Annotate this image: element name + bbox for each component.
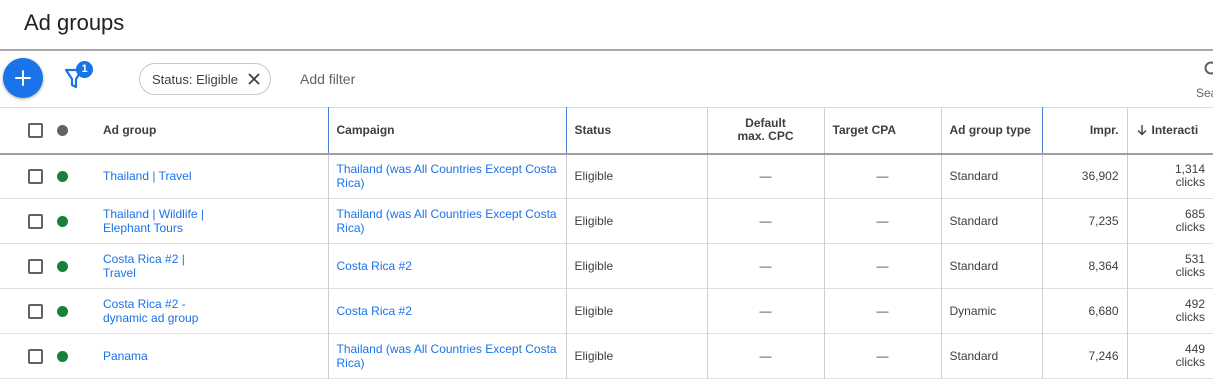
row-checkbox[interactable] xyxy=(28,258,43,274)
ad-group-link[interactable]: Costa Rica #2 | Travel xyxy=(103,252,213,280)
status-dot-icon xyxy=(57,260,68,272)
interactions-value: 531 xyxy=(1184,252,1205,266)
status-cell: Eligible xyxy=(565,288,707,334)
header-target-cpa[interactable]: Target CPA xyxy=(823,107,941,154)
row-checkbox[interactable] xyxy=(28,348,43,364)
status-filter-chip[interactable]: Status: Eligible xyxy=(139,63,271,95)
target-cpa-cell: — xyxy=(823,333,941,379)
target-cpa-cell: — xyxy=(823,288,941,334)
header-default-max-cpc[interactable]: Default max. CPC xyxy=(706,107,824,154)
campaign-link[interactable]: Costa Rica #2 xyxy=(337,259,558,273)
ad-group-link[interactable]: Thailand | Wildlife | Elephant Tours xyxy=(103,207,213,235)
header-impr[interactable]: Impr. xyxy=(1041,107,1127,154)
target-cpa-cell: — xyxy=(823,198,941,244)
table-header-row: Ad group Campaign Status Default max. CP… xyxy=(0,107,1213,154)
ad-group-type-cell: Standard xyxy=(940,333,1042,379)
default-cpc-cell: — xyxy=(706,198,824,244)
default-cpc-cell: — xyxy=(706,288,824,334)
interactions-unit: clicks xyxy=(1175,175,1205,190)
header-campaign[interactable]: Campaign xyxy=(327,107,566,154)
status-cell: Eligible xyxy=(565,333,707,379)
default-cpc-cell: — xyxy=(706,243,824,289)
impr-cell: 7,246 xyxy=(1041,333,1127,379)
ad-group-type-cell: Standard xyxy=(940,198,1042,244)
interactions-value: 1,314 xyxy=(1174,162,1205,177)
target-cpa-cell: — xyxy=(823,153,941,199)
status-cell: Eligible xyxy=(565,243,707,289)
header-interactions[interactable]: Interacti xyxy=(1126,107,1213,154)
table-row[interactable]: Thailand | Travel Thailand (was All Count… xyxy=(0,153,1213,199)
table-row[interactable]: Panama Thailand (was All Countries Except… xyxy=(0,333,1213,379)
status-dot-icon xyxy=(57,215,68,227)
header-status[interactable]: Status xyxy=(565,107,707,154)
campaign-link[interactable]: Costa Rica #2 xyxy=(337,304,558,318)
search-label: Sea xyxy=(1196,86,1213,100)
ad-group-link[interactable]: Panama xyxy=(103,349,213,363)
ad-group-type-cell: Standard xyxy=(940,243,1042,289)
header-ad-group-type[interactable]: Ad group type xyxy=(940,107,1042,154)
interactions-cell: 1,314 clicks xyxy=(1126,153,1213,199)
impr-cell: 6,680 xyxy=(1041,288,1127,334)
table-row[interactable]: Costa Rica #2 - dynamic ad group Costa Ri… xyxy=(0,288,1213,334)
campaign-link[interactable]: Thailand (was All Countries Except Costa… xyxy=(337,162,558,190)
close-icon[interactable] xyxy=(247,72,261,86)
arrow-down-icon xyxy=(1137,125,1146,136)
interactions-cell: 449 clicks xyxy=(1126,333,1213,379)
status-cell: Eligible xyxy=(565,153,707,199)
ad-group-type-cell: Dynamic xyxy=(940,288,1042,334)
interactions-cell: 531 clicks xyxy=(1126,243,1213,289)
campaign-link[interactable]: Thailand (was All Countries Except Costa… xyxy=(337,207,558,235)
ad-group-link[interactable]: Costa Rica #2 - dynamic ad group xyxy=(103,297,213,325)
impr-cell: 7,235 xyxy=(1041,198,1127,244)
header-default-line1: Default xyxy=(745,116,786,131)
impr-cell: 8,364 xyxy=(1041,243,1127,289)
header-ad-group[interactable]: Ad group xyxy=(95,108,328,154)
interactions-value: 685 xyxy=(1184,207,1205,221)
interactions-value: 492 xyxy=(1184,297,1205,311)
row-checkbox[interactable] xyxy=(28,168,43,184)
chip-label: Status: Eligible xyxy=(152,71,238,87)
default-cpc-cell: — xyxy=(706,333,824,379)
status-dot-icon xyxy=(57,305,68,317)
table-row[interactable]: Thailand | Wildlife | Elephant Tours Thai… xyxy=(0,198,1213,244)
add-ad-group-button[interactable] xyxy=(3,58,43,98)
filter-count-badge: 1 xyxy=(76,61,93,78)
interactions-unit: clicks xyxy=(1175,310,1205,324)
select-all-checkbox[interactable] xyxy=(28,122,43,138)
page-title: Ad groups xyxy=(24,10,125,35)
search-icon[interactable] xyxy=(1203,60,1213,78)
interactions-unit: clicks xyxy=(1175,220,1205,234)
target-cpa-cell: — xyxy=(823,243,941,289)
ad-group-link[interactable]: Thailand | Travel xyxy=(103,169,213,183)
interactions-cell: 685 clicks xyxy=(1126,198,1213,244)
add-filter-button[interactable]: Add filter xyxy=(300,71,355,87)
table-row[interactable]: Costa Rica #2 | Travel Costa Rica #2 Eligi… xyxy=(0,243,1213,289)
title-divider xyxy=(0,49,1213,51)
impr-cell: 36,902 xyxy=(1041,153,1127,199)
status-dot-icon xyxy=(57,350,68,362)
status-dot-icon xyxy=(57,170,68,182)
campaign-link[interactable]: Thailand (was All Countries Except Costa… xyxy=(337,342,558,370)
ad-group-type-cell: Standard xyxy=(940,153,1042,199)
header-interactions-label: Interacti xyxy=(1151,123,1199,138)
header-default-line2: max. CPC xyxy=(737,129,794,144)
interactions-unit: clicks xyxy=(1175,265,1205,279)
row-checkbox[interactable] xyxy=(28,213,43,229)
status-cell: Eligible xyxy=(565,198,707,244)
interactions-unit: clicks xyxy=(1175,355,1205,369)
row-checkbox[interactable] xyxy=(28,303,43,319)
interactions-value: 449 xyxy=(1184,342,1205,356)
status-column-icon xyxy=(57,124,68,136)
interactions-cell: 492 clicks xyxy=(1126,288,1213,334)
ad-groups-table: Ad group Campaign Status Default max. CP… xyxy=(0,107,1213,379)
default-cpc-cell: — xyxy=(706,153,824,199)
